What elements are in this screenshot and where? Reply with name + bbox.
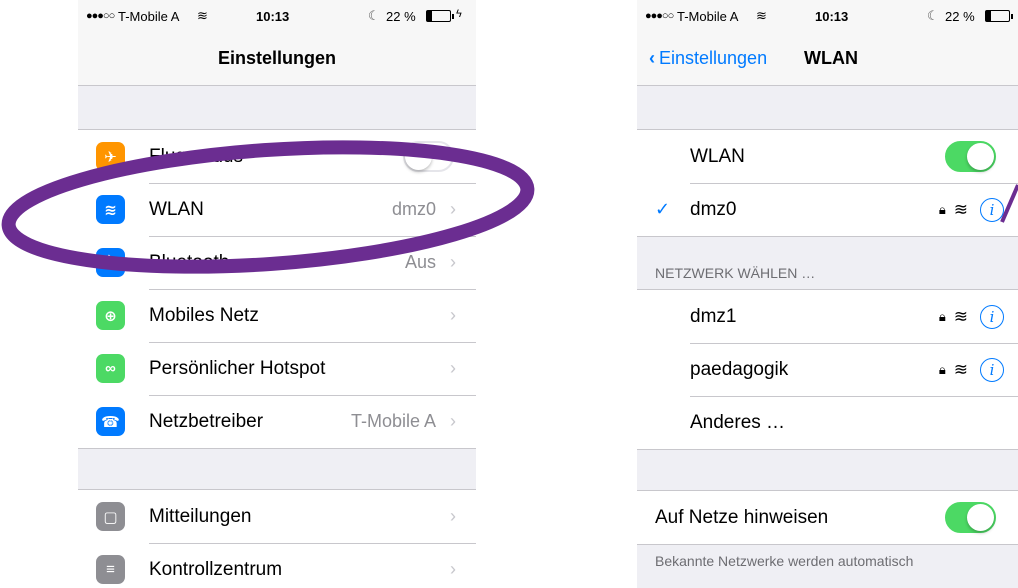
lock-icon: 🔒︎: [938, 201, 946, 217]
settings-row-label: Persönlicher Hotspot: [149, 357, 326, 379]
settings-row-label: Netzbetreiber: [149, 410, 264, 432]
antenna-icon: ⊕: [96, 301, 125, 330]
nav-bar: Einstellungen: [78, 34, 476, 86]
status-bar: ●●●○○ T-Mobile A ≋ 10:13 ☾ 22 %: [637, 0, 1018, 34]
carrier-name: T-Mobile A: [118, 9, 180, 24]
settings-group-network: ✈ Flugmodus ≋ WLAN dmz0 › ᛒ Bluetooth Aus › ⊕ Mobil…: [78, 129, 476, 449]
chevron-left-icon: ‹: [649, 48, 655, 68]
control-center-icon: ≡: [96, 555, 125, 584]
ask-to-join-row: Auf Netze hinweisen: [637, 491, 1018, 544]
lock-icon: 🔒︎: [938, 361, 946, 377]
network-name: dmz0: [690, 198, 737, 220]
settings-row-value: Aus: [404, 252, 436, 272]
signal-strength: ●●●○○: [86, 10, 115, 22]
settings-row-label: Mobiles Netz: [149, 304, 259, 326]
nav-bar: ‹ Einstellungen WLAN: [637, 34, 1018, 86]
chevron-right-icon: ›: [450, 559, 456, 579]
settings-screen: ●●●○○ T-Mobile A ≋ 10:13 ☾ 22 % ϟ Einste…: [78, 0, 476, 588]
checkmark-icon: ✓: [655, 199, 671, 219]
info-icon[interactable]: i: [980, 304, 1004, 329]
network-row[interactable]: dmz1 🔒︎ ≋ i: [637, 290, 1018, 343]
airplane-mode-toggle[interactable]: [403, 141, 454, 172]
chevron-right-icon: ›: [450, 199, 456, 219]
notifications-icon: ▢: [96, 502, 125, 531]
settings-row[interactable]: ᛒ Bluetooth Aus ›: [78, 236, 476, 289]
battery-percent: 22 %: [386, 9, 416, 24]
wlan-toggle-row: WLAN: [637, 130, 1018, 183]
wifi-signal-icon: ≋: [953, 306, 968, 326]
network-name: dmz1: [690, 305, 737, 327]
settings-row[interactable]: ≋ WLAN dmz0 ›: [78, 183, 476, 236]
settings-row-label: WLAN: [149, 198, 204, 220]
settings-row[interactable]: ▢ Mitteilungen ›: [78, 490, 476, 543]
network-name: paedagogik: [690, 358, 789, 380]
settings-row[interactable]: ⊕ Mobiles Netz ›: [78, 289, 476, 342]
settings-row-label: Bluetooth: [149, 251, 230, 273]
connected-network-row[interactable]: ✓ dmz0 🔒︎ ≋ i: [637, 183, 1018, 236]
settings-row[interactable]: ∞ Persönlicher Hotspot ›: [78, 342, 476, 395]
wifi-signal-icon: ≋: [953, 199, 968, 219]
network-row[interactable]: paedagogik 🔒︎ ≋ i: [637, 343, 1018, 396]
page-title: Einstellungen: [217, 48, 336, 68]
wifi-signal-icon: ≋: [953, 359, 968, 379]
wlan-label: WLAN: [690, 145, 745, 167]
moon-icon: ☾: [927, 8, 939, 23]
info-icon[interactable]: i: [980, 357, 1004, 382]
wlan-screen: ●●●○○ T-Mobile A ≋ 10:13 ☾ 22 % ‹ Einstel…: [637, 0, 1018, 588]
settings-row[interactable]: ☎ Netzbetreiber T-Mobile A ›: [78, 395, 476, 448]
chevron-right-icon: ›: [450, 411, 456, 431]
page-title: WLAN: [804, 48, 858, 68]
ask-to-join-group: Auf Netze hinweisen: [637, 490, 1018, 545]
phone-icon: ☎: [96, 407, 125, 436]
info-icon[interactable]: i: [980, 197, 1004, 222]
wlan-group: WLAN ✓ dmz0 🔒︎ ≋ i: [637, 129, 1018, 237]
bluetooth-icon: ᛒ: [96, 248, 125, 277]
chevron-right-icon: ›: [450, 252, 456, 272]
back-label: Einstellungen: [659, 48, 768, 68]
back-button[interactable]: ‹ Einstellungen: [649, 48, 767, 69]
wifi-status-icon: ≋: [197, 8, 208, 23]
wlan-toggle[interactable]: [945, 141, 996, 172]
settings-row-label: Mitteilungen: [149, 505, 252, 527]
hotspot-icon: ∞: [96, 354, 125, 383]
settings-row[interactable]: ✈ Flugmodus: [78, 130, 476, 183]
settings-group-system: ▢ Mitteilungen › ≡ Kontrollzentrum ›: [78, 489, 476, 588]
settings-row-value: T-Mobile A: [350, 411, 436, 431]
settings-row-label: Kontrollzentrum: [149, 558, 283, 580]
settings-row-value: dmz0: [391, 199, 436, 219]
other-network-row[interactable]: Anderes …: [637, 396, 1018, 449]
lock-icon: 🔒︎: [938, 308, 946, 324]
status-bar: ●●●○○ T-Mobile A ≋ 10:13 ☾ 22 % ϟ: [78, 0, 476, 34]
signal-strength: ●●●○○: [645, 10, 674, 22]
clock: 10:13: [256, 9, 290, 24]
chevron-right-icon: ›: [450, 506, 456, 526]
battery-percent: 22 %: [945, 9, 975, 24]
section-header: NETZWERK WÄHLEN …: [655, 265, 816, 281]
wifi-status-icon: ≋: [756, 8, 767, 23]
carrier-name: T-Mobile A: [677, 9, 739, 24]
battery-icon: [426, 10, 454, 22]
battery-icon: [985, 10, 1013, 22]
footer-note: Bekannte Netzwerke werden automatisch: [655, 553, 914, 569]
chevron-right-icon: ›: [450, 305, 456, 325]
wifi-icon: ≋: [96, 195, 125, 224]
moon-icon: ☾: [368, 8, 380, 23]
ask-to-join-label: Auf Netze hinweisen: [655, 506, 829, 528]
settings-row-label: Flugmodus: [149, 145, 243, 167]
airplane-icon: ✈: [96, 142, 125, 171]
ask-to-join-toggle[interactable]: [945, 502, 996, 533]
chevron-right-icon: ›: [450, 358, 456, 378]
other-network-label: Anderes …: [690, 411, 786, 433]
charging-icon: ϟ: [456, 8, 462, 20]
settings-row[interactable]: ≡ Kontrollzentrum ›: [78, 543, 476, 588]
network-list: dmz1 🔒︎ ≋ i paedagogik 🔒︎ ≋ i Anderes …: [637, 289, 1018, 450]
clock: 10:13: [815, 9, 849, 24]
